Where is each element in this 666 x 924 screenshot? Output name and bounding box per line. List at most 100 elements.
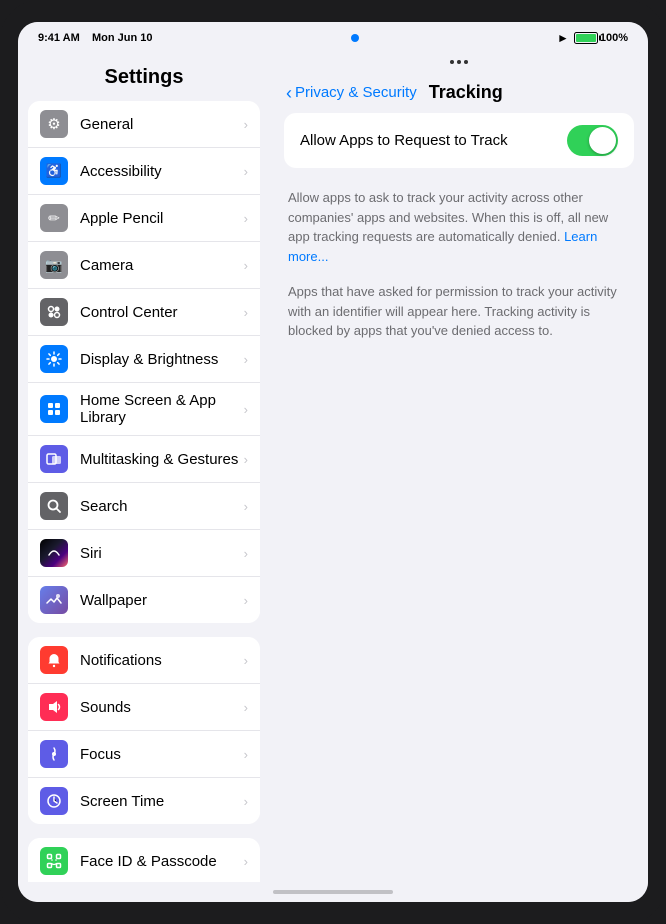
- sidebar-section-2: Notifications › Sounds ›: [28, 637, 260, 824]
- time: 9:41 AM: [38, 32, 80, 44]
- sidebar-item-apple-pencil[interactable]: ✏ Apple Pencil ›: [28, 195, 260, 242]
- camera-label: Camera: [80, 257, 240, 274]
- sidebar-item-siri[interactable]: Siri ›: [28, 530, 260, 577]
- chevron-icon: ›: [244, 211, 248, 226]
- sidebar-item-sounds[interactable]: Sounds ›: [28, 684, 260, 731]
- siri-label: Siri: [80, 545, 240, 562]
- chevron-icon: ›: [244, 352, 248, 367]
- allow-apps-label: Allow Apps to Request to Track: [300, 132, 567, 149]
- sidebar-item-wallpaper[interactable]: Wallpaper ›: [28, 577, 260, 623]
- sidebar-item-search[interactable]: Search ›: [28, 483, 260, 530]
- chevron-icon: ›: [244, 700, 248, 715]
- notifications-label: Notifications: [80, 652, 240, 669]
- sidebar-item-control-center[interactable]: Control Center ›: [28, 289, 260, 336]
- chevron-icon: ›: [244, 452, 248, 467]
- dot3: [464, 60, 468, 64]
- battery-bar: [574, 32, 598, 44]
- screen-time-icon: [40, 787, 68, 815]
- focus-label: Focus: [80, 746, 240, 763]
- general-label: General: [80, 116, 240, 133]
- chevron-icon: ›: [244, 794, 248, 809]
- focus-icon: [40, 740, 68, 768]
- face-id-label: Face ID & Passcode: [80, 853, 240, 870]
- sidebar-item-general[interactable]: ⚙ General ›: [28, 101, 260, 148]
- sidebar-section-1: ⚙ General › ♿ Accessibility › ✏ Apple Pe…: [28, 101, 260, 623]
- battery-fill: [576, 34, 596, 42]
- dot2: [457, 60, 461, 64]
- main-content: Settings ⚙ General › ♿ Accessibility › ✏: [18, 52, 648, 882]
- screen: 9:41 AM Mon Jun 10 ► 100% Settings: [18, 22, 648, 902]
- chevron-icon: ›: [244, 747, 248, 762]
- accessibility-label: Accessibility: [80, 163, 240, 180]
- status-right: ► 100%: [557, 31, 628, 45]
- allow-apps-toggle[interactable]: [567, 125, 618, 156]
- screen-time-label: Screen Time: [80, 793, 240, 810]
- back-button[interactable]: ‹ Privacy & Security: [286, 84, 417, 102]
- description1-text: Allow apps to ask to track your activity…: [288, 190, 608, 244]
- sidebar-title: Settings: [18, 52, 270, 101]
- wifi-icon: ►: [557, 31, 569, 45]
- camera-icon: 📷: [40, 251, 68, 279]
- battery-pct: 100%: [600, 32, 628, 44]
- sidebar-item-screen-time[interactable]: Screen Time ›: [28, 778, 260, 824]
- sidebar-item-notifications[interactable]: Notifications ›: [28, 637, 260, 684]
- back-chevron-icon: ‹: [286, 84, 292, 102]
- tracking-description-2: Apps that have asked for permission to t…: [284, 282, 634, 341]
- chevron-icon: ›: [244, 546, 248, 561]
- chevron-icon: ›: [244, 117, 248, 132]
- search-label: Search: [80, 498, 240, 515]
- siri-icon: [40, 539, 68, 567]
- chevron-icon: ›: [244, 164, 248, 179]
- display-brightness-icon: [40, 345, 68, 373]
- sidebar-item-home-screen[interactable]: Home Screen & App Library ›: [28, 383, 260, 436]
- home-indicator: [18, 882, 648, 902]
- sidebar-item-face-id[interactable]: Face ID & Passcode ›: [28, 838, 260, 882]
- sidebar[interactable]: Settings ⚙ General › ♿ Accessibility › ✏: [18, 52, 270, 882]
- date: Mon Jun 10: [92, 32, 153, 44]
- chevron-icon: ›: [244, 258, 248, 273]
- multitasking-label: Multitasking & Gestures: [80, 451, 240, 468]
- home-bar: [273, 890, 393, 894]
- chevron-icon: ›: [244, 499, 248, 514]
- search-icon: [40, 492, 68, 520]
- apple-pencil-label: Apple Pencil: [80, 210, 240, 227]
- detail-header: ‹ Privacy & Security Tracking: [270, 68, 648, 113]
- home-screen-label: Home Screen & App Library: [80, 392, 240, 426]
- chevron-icon: ›: [244, 854, 248, 869]
- home-screen-icon: [40, 395, 68, 423]
- dot1: [450, 60, 454, 64]
- sidebar-item-accessibility[interactable]: ♿ Accessibility ›: [28, 148, 260, 195]
- tracking-toggle-section: Allow Apps to Request to Track: [284, 113, 634, 168]
- chevron-icon: ›: [244, 593, 248, 608]
- detail-pane: ‹ Privacy & Security Tracking Allow Apps…: [270, 52, 648, 882]
- wallpaper-label: Wallpaper: [80, 592, 240, 609]
- face-id-icon: [40, 847, 68, 875]
- detail-page-title: Tracking: [429, 82, 503, 103]
- tracking-description-1: Allow apps to ask to track your activity…: [284, 188, 634, 266]
- status-time-date: 9:41 AM Mon Jun 10: [38, 32, 153, 44]
- sounds-icon: [40, 693, 68, 721]
- general-icon: ⚙: [40, 110, 68, 138]
- display-brightness-label: Display & Brightness: [80, 351, 240, 368]
- wallpaper-icon: [40, 586, 68, 614]
- sidebar-section-3: Face ID & Passcode › Privacy & Security …: [28, 838, 260, 882]
- sidebar-item-camera[interactable]: 📷 Camera ›: [28, 242, 260, 289]
- status-bar: 9:41 AM Mon Jun 10 ► 100%: [18, 22, 648, 52]
- toggle-knob: [589, 127, 616, 154]
- chevron-icon: ›: [244, 305, 248, 320]
- control-center-icon: [40, 298, 68, 326]
- notifications-icon: [40, 646, 68, 674]
- apple-pencil-icon: ✏: [40, 204, 68, 232]
- chevron-icon: ›: [244, 653, 248, 668]
- multitasking-icon: [40, 445, 68, 473]
- device-frame: 9:41 AM Mon Jun 10 ► 100% Settings: [0, 0, 666, 924]
- sidebar-item-display-brightness[interactable]: Display & Brightness ›: [28, 336, 260, 383]
- chevron-icon: ›: [244, 402, 248, 417]
- top-dots: [270, 52, 648, 68]
- description2-text: Apps that have asked for permission to t…: [288, 282, 630, 341]
- sidebar-item-multitasking[interactable]: Multitasking & Gestures ›: [28, 436, 260, 483]
- allow-apps-row[interactable]: Allow Apps to Request to Track: [284, 113, 634, 168]
- status-dot: [351, 34, 359, 42]
- sidebar-item-focus[interactable]: Focus ›: [28, 731, 260, 778]
- control-center-label: Control Center: [80, 304, 240, 321]
